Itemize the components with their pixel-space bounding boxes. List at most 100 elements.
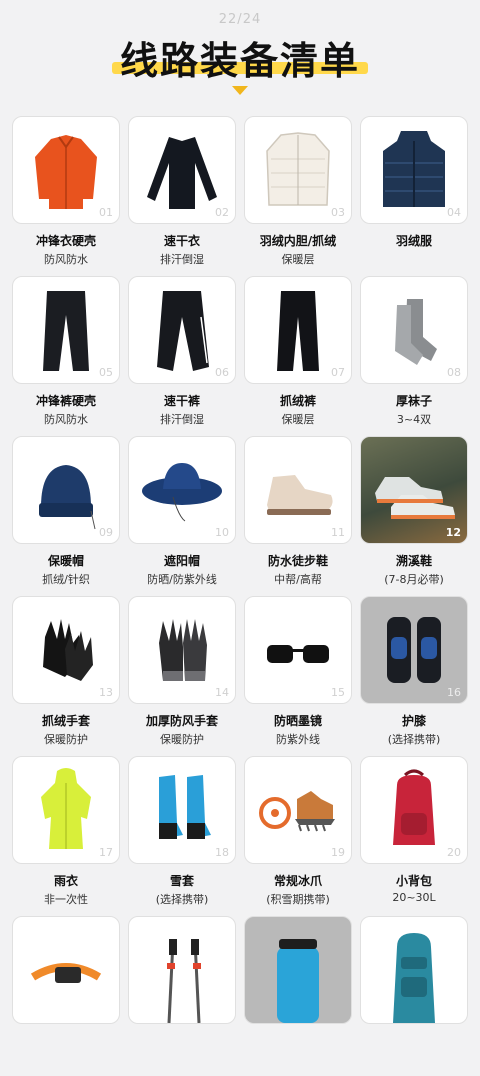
item-name: 防晒墨镜 — [273, 714, 322, 728]
item-name: 溯溪鞋 — [395, 554, 432, 568]
item-name: 冲锋裤硬壳 — [35, 394, 96, 408]
item-name: 羽绒服 — [395, 234, 432, 248]
gear-card[interactable] — [360, 916, 468, 1024]
gear-item[interactable]: 11 防水徒步鞋 中帮/高帮 — [244, 436, 352, 596]
item-name: 雪套 — [169, 874, 194, 888]
gear-item[interactable]: 16 护膝 (选择携带) — [360, 596, 468, 756]
gear-item[interactable] — [128, 916, 236, 1076]
gear-item[interactable]: 03 羽绒内胆/抓绒 保暖层 — [244, 116, 352, 276]
item-number: 07 — [331, 366, 345, 379]
item-description: 防紫外线 — [276, 733, 320, 746]
gear-card[interactable]: 03 — [244, 116, 352, 224]
dry-bag-icon — [277, 939, 319, 1023]
item-name: 护膝 — [401, 714, 426, 728]
item-name: 遮阳帽 — [163, 554, 200, 568]
item-number: 01 — [99, 206, 113, 219]
gear-card[interactable]: 11 — [244, 436, 352, 544]
gear-item[interactable]: 20 小背包 20~30L — [360, 756, 468, 916]
item-number: 17 — [99, 846, 113, 859]
down-arrow-icon — [232, 86, 248, 95]
item-description: 20~30L — [392, 891, 436, 904]
item-description: (选择携带) — [387, 733, 441, 746]
item-number: 14 — [215, 686, 229, 699]
gear-item[interactable]: 18 雪套 (选择携带) — [128, 756, 236, 916]
gear-card[interactable]: 16 — [360, 596, 468, 704]
item-description: 保暖防护 — [44, 733, 88, 746]
item-number: 11 — [331, 526, 345, 539]
item-description: 3~4双 — [396, 413, 432, 426]
gear-grid: 01 冲锋衣硬壳 防风防水 02 速干衣 排汗倒湿 03 羽绒内胆/抓绒 保暖层… — [12, 116, 468, 1076]
gear-card[interactable]: 02 — [128, 116, 236, 224]
gear-card[interactable]: 09 — [12, 436, 120, 544]
item-description: 保暖层 — [281, 253, 315, 266]
gear-card[interactable] — [12, 916, 120, 1024]
trekking-pole-icon — [167, 939, 201, 1023]
header: 线路装备清单 — [0, 0, 480, 112]
gear-card[interactable]: 08 — [360, 276, 468, 384]
gear-card[interactable]: 17 — [12, 756, 120, 864]
gear-card[interactable] — [244, 916, 352, 1024]
gear-card[interactable]: 12 — [360, 436, 468, 544]
gear-item[interactable]: 01 冲锋衣硬壳 防风防水 — [12, 116, 120, 276]
gear-item[interactable] — [360, 916, 468, 1076]
item-name: 加厚防风手套 — [145, 714, 218, 728]
item-description: 防晒/防紫外线 — [147, 573, 217, 586]
gear-item[interactable]: 12 溯溪鞋 (7-8月必带) — [360, 436, 468, 596]
item-description: (积雪期携带) — [266, 893, 330, 906]
gear-item[interactable] — [244, 916, 352, 1076]
gear-item[interactable]: 02 速干衣 排汗倒湿 — [128, 116, 236, 276]
item-name: 保暖帽 — [47, 554, 84, 568]
item-description: 中帮/高帮 — [274, 573, 322, 586]
item-number: 20 — [447, 846, 461, 859]
item-number: 10 — [215, 526, 229, 539]
item-name: 雨衣 — [53, 874, 78, 888]
item-description: (7-8月必带) — [384, 573, 444, 586]
item-description: (选择携带) — [155, 893, 209, 906]
item-name: 常规冰爪 — [273, 874, 322, 888]
page-title: 线路装备清单 — [119, 39, 360, 83]
gear-item[interactable]: 17 雨衣 非一次性 — [12, 756, 120, 916]
gear-item[interactable]: 08 厚袜子 3~4双 — [360, 276, 468, 436]
item-number: 03 — [331, 206, 345, 219]
gear-card[interactable]: 07 — [244, 276, 352, 384]
gear-item[interactable]: 04 羽绒服 — [360, 116, 468, 276]
backpack-icon — [393, 933, 435, 1023]
item-number: 16 — [447, 686, 461, 699]
gear-card[interactable]: 19 — [244, 756, 352, 864]
item-number: 09 — [99, 526, 113, 539]
item-number: 15 — [331, 686, 345, 699]
item-name: 抓绒裤 — [279, 394, 316, 408]
gear-item[interactable]: 15 防晒墨镜 防紫外线 — [244, 596, 352, 756]
gear-card[interactable]: 18 — [128, 756, 236, 864]
gear-card[interactable]: 14 — [128, 596, 236, 704]
gear-item[interactable]: 13 抓绒手套 保暖防护 — [12, 596, 120, 756]
gear-item[interactable]: 06 速干裤 排汗倒湿 — [128, 276, 236, 436]
gear-card[interactable]: 01 — [12, 116, 120, 224]
item-name: 小背包 — [395, 874, 432, 888]
item-name: 抓绒手套 — [41, 714, 90, 728]
gear-item[interactable]: 19 常规冰爪 (积雪期携带) — [244, 756, 352, 916]
gear-item[interactable] — [12, 916, 120, 1076]
gear-card[interactable]: 13 — [12, 596, 120, 704]
gear-item[interactable]: 09 保暖帽 抓绒/针织 — [12, 436, 120, 596]
item-number: 08 — [447, 366, 461, 379]
gear-card[interactable]: 04 — [360, 116, 468, 224]
gear-card[interactable]: 15 — [244, 596, 352, 704]
item-number: 05 — [99, 366, 113, 379]
item-number: 13 — [99, 686, 113, 699]
gear-card[interactable] — [128, 916, 236, 1024]
item-description: 非一次性 — [44, 893, 88, 906]
headlamp-icon — [30, 963, 102, 983]
gear-card[interactable]: 10 — [128, 436, 236, 544]
gear-card[interactable]: 20 — [360, 756, 468, 864]
gear-item[interactable]: 14 加厚防风手套 保暖防护 — [128, 596, 236, 756]
item-description: 保暖防护 — [160, 733, 204, 746]
gear-item[interactable]: 10 遮阳帽 防晒/防紫外线 — [128, 436, 236, 596]
item-number: 04 — [447, 206, 461, 219]
gear-item[interactable]: 05 冲锋裤硬壳 防风防水 — [12, 276, 120, 436]
gear-card[interactable]: 06 — [128, 276, 236, 384]
gear-item[interactable]: 07 抓绒裤 保暖层 — [244, 276, 352, 436]
gear-card[interactable]: 05 — [12, 276, 120, 384]
item-name: 羽绒内胆/抓绒 — [259, 234, 337, 248]
item-description: 抓绒/针织 — [42, 573, 90, 586]
